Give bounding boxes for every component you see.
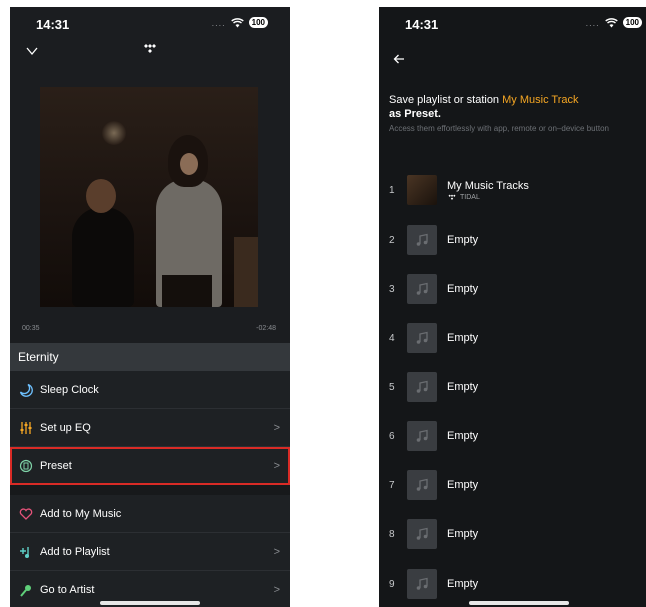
album-art xyxy=(40,87,258,307)
status-bar: 14:31 .... 100 xyxy=(379,7,646,39)
chevron-right-icon: > xyxy=(273,545,280,558)
preset-slot-6[interactable]: 6 Empty xyxy=(389,421,639,451)
music-note-icon xyxy=(407,372,437,402)
preset-subtitle: Access them effortlessly with app, remot… xyxy=(389,124,609,133)
eq-label: Set up EQ xyxy=(40,421,91,434)
status-bar: 14:31 .... 100 xyxy=(10,7,290,39)
preset-slot-label: Empty xyxy=(447,234,479,246)
menu-title: Eternity xyxy=(10,343,290,371)
add-to-my-music-label: Add to My Music xyxy=(40,507,122,520)
preset-slot-label: Empty xyxy=(447,332,479,344)
preset-slot-label: My Music Tracks xyxy=(447,179,529,192)
sleep-clock-item[interactable]: Sleep Clock xyxy=(10,371,290,409)
preset-slot-9[interactable]: 9 Empty xyxy=(389,569,639,599)
preset-slot-label: Empty xyxy=(447,381,479,393)
chevron-right-icon: > xyxy=(273,421,280,434)
battery-icon: 100 xyxy=(622,17,642,28)
preset-slot-2[interactable]: 2 Empty xyxy=(389,225,639,255)
signal-dots: .... xyxy=(585,17,600,28)
music-note-icon xyxy=(407,421,437,451)
now-playing-screen: 14:31 .... 100 00:35 -02:48 Eternity Sle… xyxy=(10,7,290,607)
preset-slot-7[interactable]: 7 Empty xyxy=(389,470,639,500)
preset-slot-label: Empty xyxy=(447,430,479,442)
preset-screen: 14:31 .... 100 Save playlist or station … xyxy=(379,7,646,607)
preset-source: TIDAL xyxy=(460,193,480,201)
wifi-icon xyxy=(230,17,244,27)
action-menu: Eternity Sleep Clock Set up EQ > Preset … xyxy=(10,343,290,607)
preset-title: Save playlist or station My Music Track … xyxy=(389,94,579,120)
preset-slot-1[interactable]: 1 My Music Tracks TIDAL xyxy=(389,175,639,205)
add-playlist-icon xyxy=(18,544,34,560)
elapsed-time: 00:35 xyxy=(22,325,40,332)
chevron-right-icon: > xyxy=(273,459,280,472)
preset-item[interactable]: Preset > xyxy=(10,447,290,485)
sleep-clock-label: Sleep Clock xyxy=(40,383,99,396)
preset-slot-3[interactable]: 3 Empty xyxy=(389,274,639,304)
add-to-playlist-item[interactable]: Add to Playlist > xyxy=(10,533,290,571)
preset-slot-label: Empty xyxy=(447,578,479,590)
preset-slot-label: Empty xyxy=(447,528,479,540)
status-time: 14:31 xyxy=(36,17,70,32)
battery-icon: 100 xyxy=(248,17,268,28)
music-note-icon xyxy=(407,519,437,549)
remaining-time: -02:48 xyxy=(256,325,276,332)
music-note-icon xyxy=(407,274,437,304)
music-note-icon xyxy=(407,225,437,255)
eq-sliders-icon xyxy=(18,420,34,436)
status-time: 14:31 xyxy=(405,17,439,32)
chevron-right-icon: > xyxy=(273,583,280,596)
add-to-my-music-item[interactable]: Add to My Music xyxy=(10,495,290,533)
artist-icon xyxy=(18,582,34,598)
home-indicator xyxy=(100,601,200,605)
add-to-playlist-label: Add to Playlist xyxy=(40,545,110,558)
moon-icon xyxy=(18,382,34,398)
heart-icon xyxy=(18,506,34,522)
playlist-name: My Music Track xyxy=(502,94,579,106)
preset-icon xyxy=(18,458,34,474)
playlist-thumbnail xyxy=(407,175,437,205)
preset-slot-label: Empty xyxy=(447,479,479,491)
signal-dots: .... xyxy=(211,17,226,28)
preset-slot-label: Empty xyxy=(447,283,479,295)
wifi-icon xyxy=(604,17,618,27)
preset-slot-4[interactable]: 4 Empty xyxy=(389,323,639,353)
preset-slot-5[interactable]: 5 Empty xyxy=(389,372,639,402)
preset-slot-8[interactable]: 8 Empty xyxy=(389,519,639,549)
home-indicator xyxy=(469,601,569,605)
tidal-logo-icon xyxy=(448,194,456,200)
go-to-artist-label: Go to Artist xyxy=(40,583,95,596)
eq-item[interactable]: Set up EQ > xyxy=(10,409,290,447)
tidal-logo-icon xyxy=(144,44,156,53)
music-note-icon xyxy=(407,470,437,500)
chevron-down-icon[interactable] xyxy=(26,45,38,57)
back-arrow-icon[interactable] xyxy=(393,53,405,65)
preset-label: Preset xyxy=(40,459,72,472)
music-note-icon xyxy=(407,323,437,353)
music-note-icon xyxy=(407,569,437,599)
